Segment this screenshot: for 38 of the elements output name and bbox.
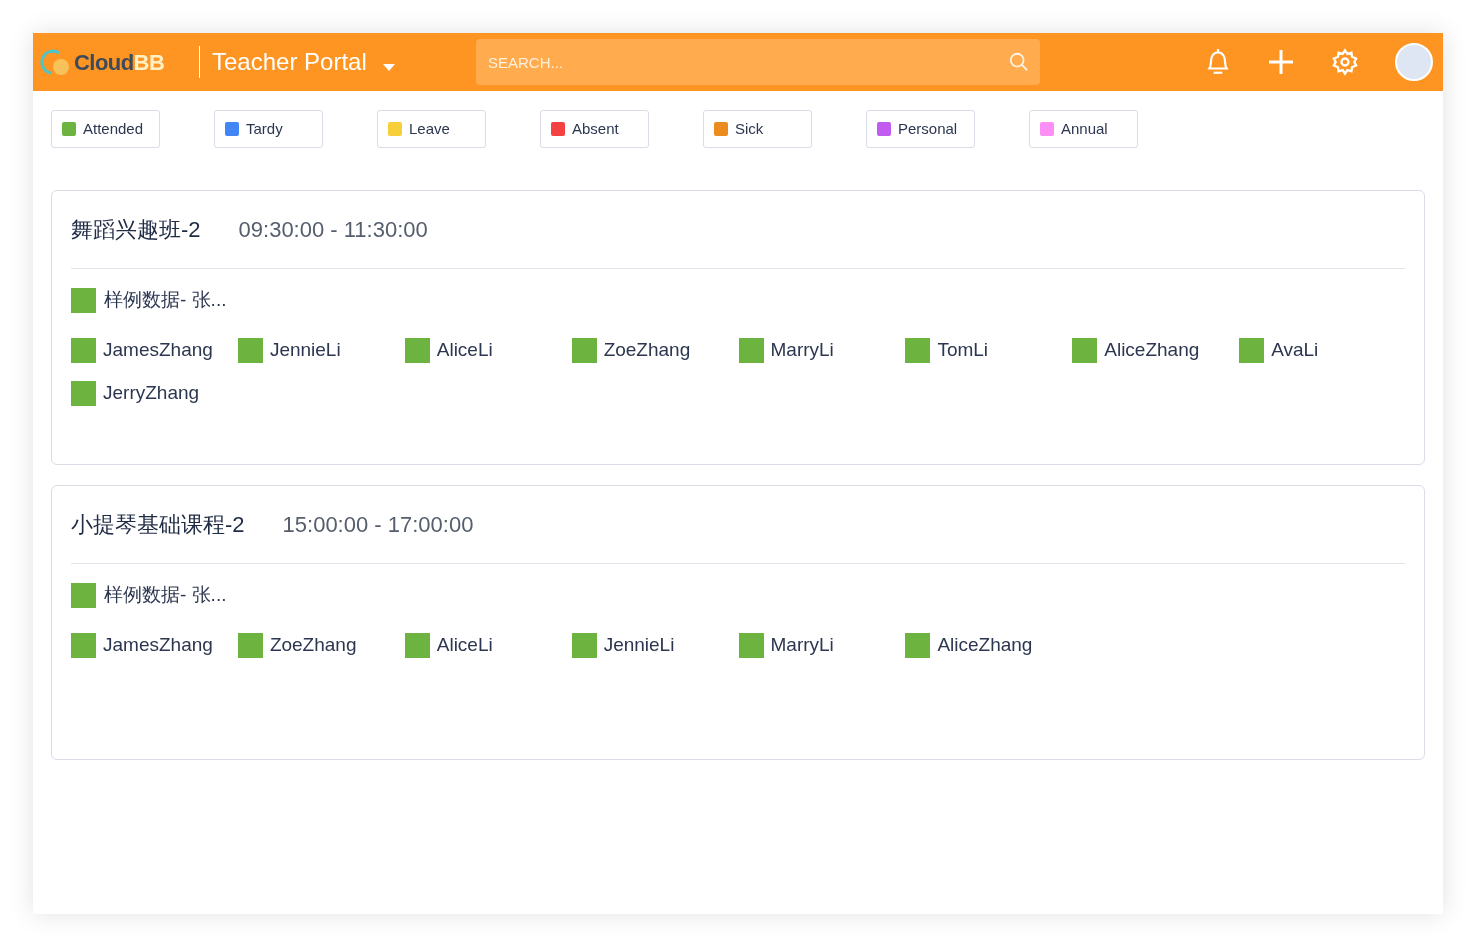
settings-icon[interactable] [1331,48,1359,76]
legend-item: Annual [1029,110,1138,148]
caret-icon [382,63,395,71]
class-name: 舞蹈兴趣班-2 [71,216,201,244]
avatar[interactable] [1395,43,1433,81]
class-time: 09:30:00 - 11:30:00 [238,216,428,244]
student-name: JennieLi [603,633,675,658]
logo-text: CloudBB [74,48,165,77]
student-name: JennieLi [269,338,341,363]
legend-item: Leave [377,110,486,148]
student-name: JamesZhang [103,338,213,363]
legend-item: Personal [866,110,975,148]
student-name: MarryLi [770,633,834,658]
student-name: AliceZhang [937,633,1033,658]
teacher-name: 样例数据- 张... [104,583,227,608]
student-name: ZoeZhang [269,633,357,658]
student-name: AliceLi [436,633,493,658]
search-icon[interactable] [1008,51,1030,73]
bell-icon[interactable] [1205,48,1231,76]
legend-item: Attended [51,110,160,148]
student-name: TomLi [937,338,989,363]
student-name: AvaLi [1271,338,1319,363]
legend-item: Sick [703,110,812,148]
student-name: AliceLi [436,338,493,363]
student-name: MarryLi [770,338,834,363]
student-name: JamesZhang [103,633,213,658]
logo-icon [39,47,71,77]
class-time: 15:00:00 - 17:00:00 [282,511,474,539]
student-name: AliceZhang [1104,338,1200,363]
plus-icon[interactable] [1267,48,1295,76]
legend-item: Absent [540,110,649,148]
class-name: 小提琴基础课程-2 [71,511,245,539]
search-field[interactable]: SEARCH... [476,39,1040,85]
legend-item: Tardy [214,110,323,148]
portal-dropdown[interactable]: Teacher Portal [212,44,476,80]
teacher-name: 样例数据- 张... [104,288,227,313]
student-name: ZoeZhang [603,338,691,363]
student-name: JerryZhang [103,381,200,406]
